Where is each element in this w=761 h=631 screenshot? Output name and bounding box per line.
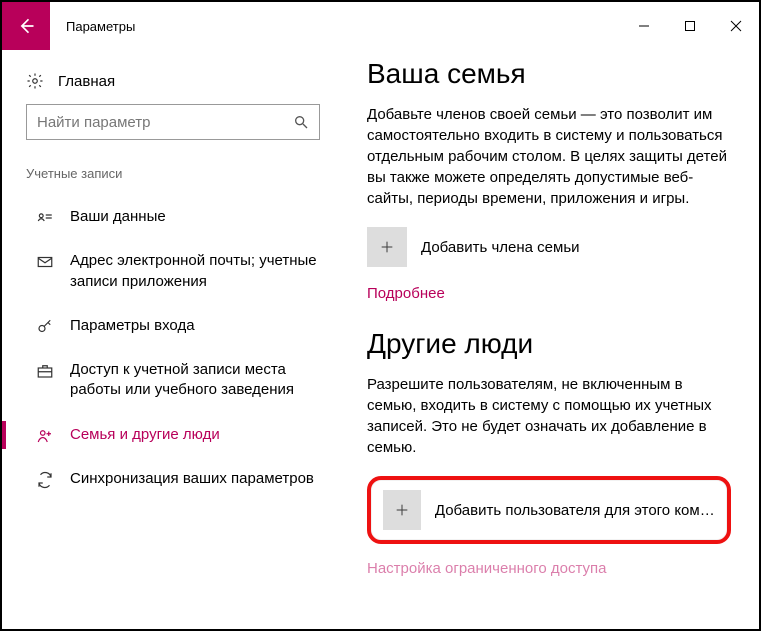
sidebar-item-label: Адрес электронной почты; учетные записи … xyxy=(70,251,339,292)
back-button[interactable] xyxy=(2,2,50,50)
sidebar-item-label: Параметры входа xyxy=(70,316,215,336)
add-other-user-label: Добавить пользователя для этого компь… xyxy=(435,502,715,519)
search-input[interactable] xyxy=(37,114,293,131)
briefcase-icon xyxy=(36,362,54,380)
arrow-left-icon xyxy=(16,16,36,36)
highlighted-callout: Добавить пользователя для этого компь… xyxy=(367,476,731,544)
people-plus-icon xyxy=(36,427,54,445)
restricted-access-link[interactable]: Настройка ограниченного доступа xyxy=(367,560,731,577)
close-button[interactable] xyxy=(713,2,759,50)
sidebar-item-signin-options[interactable]: Параметры входа xyxy=(26,304,347,348)
search-box[interactable] xyxy=(26,104,320,140)
gear-icon xyxy=(26,72,44,90)
sidebar-item-label: Синхронизация ваших параметров xyxy=(70,469,334,489)
sidebar-item-sync[interactable]: Синхронизация ваших параметров xyxy=(26,457,347,501)
heading-others: Другие люди xyxy=(367,328,731,360)
key-icon xyxy=(36,318,54,336)
plus-icon xyxy=(383,490,421,530)
add-other-user-button[interactable]: Добавить пользователя для этого компь… xyxy=(383,490,715,530)
add-family-label: Добавить члена семьи xyxy=(421,239,580,256)
titlebar: Параметры xyxy=(2,2,759,50)
home-link[interactable]: Главная xyxy=(26,66,347,104)
maximize-icon xyxy=(684,20,696,32)
content-pane: Ваша семья Добавьте членов своей семьи —… xyxy=(347,50,759,629)
id-card-icon xyxy=(36,209,54,227)
family-description: Добавьте членов своей семьи — это позвол… xyxy=(367,104,731,209)
learn-more-link[interactable]: Подробнее xyxy=(367,285,445,302)
close-icon xyxy=(730,20,742,32)
sidebar-item-label: Доступ к учетной записи места работы или… xyxy=(70,360,339,401)
sidebar-item-your-info[interactable]: Ваши данные xyxy=(26,195,347,239)
mail-icon xyxy=(36,253,54,271)
nav-list: Ваши данные Адрес электронной почты; уче… xyxy=(26,195,347,501)
settings-window: Параметры Главная Учетные записи xyxy=(2,2,759,629)
sidebar: Главная Учетные записи Ваши данные Адрес… xyxy=(2,50,347,629)
sync-icon xyxy=(36,471,54,489)
sidebar-item-work-access[interactable]: Доступ к учетной записи места работы или… xyxy=(26,348,347,413)
maximize-button[interactable] xyxy=(667,2,713,50)
minimize-button[interactable] xyxy=(621,2,667,50)
window-title: Параметры xyxy=(50,2,621,50)
sidebar-item-label: Семья и другие люди xyxy=(70,425,240,445)
sidebar-item-label: Ваши данные xyxy=(70,207,186,227)
sidebar-item-email-accounts[interactable]: Адрес электронной почты; учетные записи … xyxy=(26,239,347,304)
others-description: Разрешите пользователям, не включенным в… xyxy=(367,374,731,458)
add-family-member-button[interactable]: Добавить члена семьи xyxy=(367,227,731,267)
home-label: Главная xyxy=(58,73,115,90)
window-controls xyxy=(621,2,759,50)
search-icon xyxy=(293,114,309,130)
plus-icon xyxy=(367,227,407,267)
heading-family: Ваша семья xyxy=(367,58,731,90)
category-label: Учетные записи xyxy=(26,160,347,195)
minimize-icon xyxy=(638,20,650,32)
sidebar-item-family[interactable]: Семья и другие люди xyxy=(26,413,347,457)
